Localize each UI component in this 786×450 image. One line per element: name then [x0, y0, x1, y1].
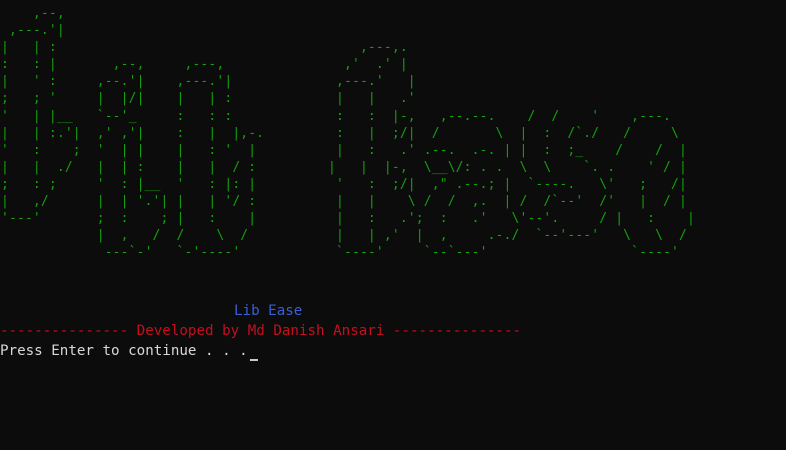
continue-prompt-text: Press Enter to continue . . .	[0, 343, 248, 359]
ascii-art-banner: ,--, ,---.'| | | : ,---,. : : | ,--, ,--…	[1, 6, 695, 261]
console-window: ,--, ,---.'| | | : ,---,. : : | ,--, ,--…	[0, 0, 786, 450]
developer-credit: --------------- Developed by Md Danish A…	[0, 323, 522, 339]
text-cursor	[249, 359, 258, 361]
app-title: Lib Ease	[234, 303, 303, 319]
continue-prompt[interactable]: Press Enter to continue . . .	[0, 342, 258, 361]
